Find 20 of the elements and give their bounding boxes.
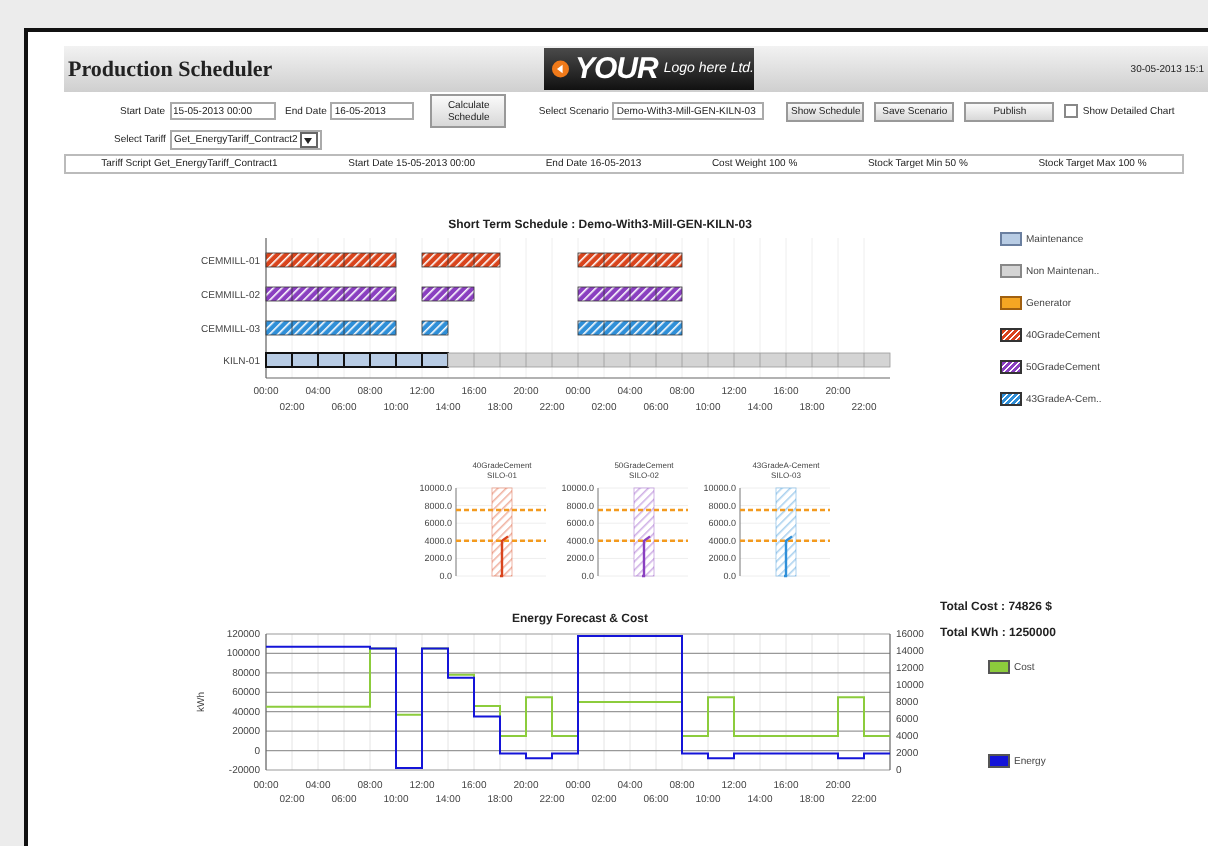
dropdown-icon xyxy=(304,137,313,143)
schedule-bar xyxy=(265,320,397,336)
chart-axis xyxy=(455,487,457,577)
chart-axis xyxy=(597,487,599,577)
schedule-bar xyxy=(577,320,683,336)
logo-mark-icon xyxy=(552,58,569,80)
schedule-bar xyxy=(421,320,449,336)
schedule-bar xyxy=(421,252,501,268)
stock-level-drawing xyxy=(456,487,546,578)
schedule-bar xyxy=(577,286,683,302)
stock-level-drawing xyxy=(598,487,688,578)
schedule-bar xyxy=(265,286,397,302)
schedule-bar xyxy=(577,252,683,268)
schedule-bar xyxy=(421,286,475,302)
stock-level-drawing xyxy=(740,487,830,578)
app-title: Production Scheduler xyxy=(68,57,275,81)
schedule-bar xyxy=(265,252,397,268)
checkbox[interactable] xyxy=(1064,104,1079,118)
logo-word: YOUR xyxy=(575,52,658,86)
chart-axis xyxy=(739,487,741,577)
